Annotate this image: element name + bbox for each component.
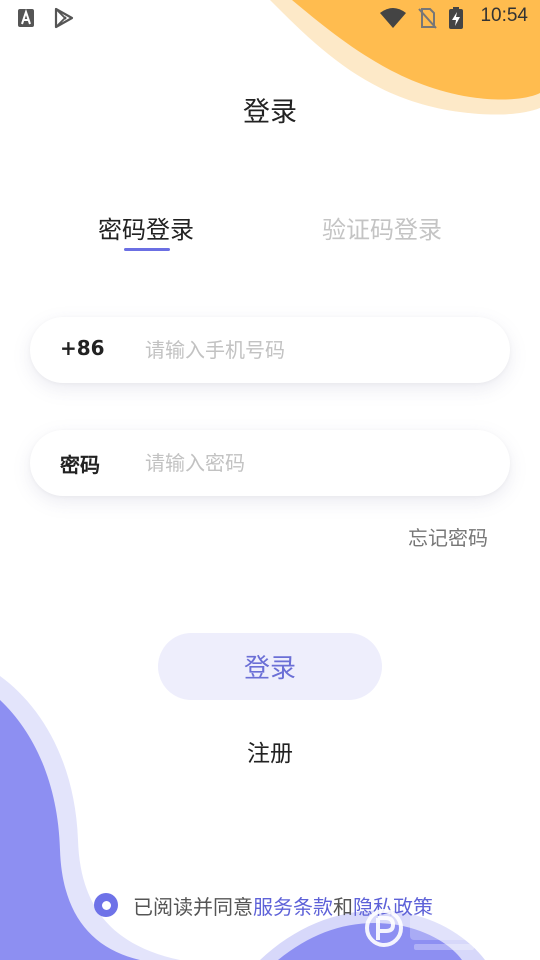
terms-of-service-link[interactable]: 服务条款 xyxy=(253,891,333,920)
no-sim-icon xyxy=(418,8,437,29)
agreement-conjunction: 和 xyxy=(333,894,353,919)
agreement-text: 已阅读并同意 xyxy=(133,894,253,919)
phone-input[interactable] xyxy=(145,332,485,368)
status-time: 10:54 xyxy=(480,5,528,26)
play-store-icon xyxy=(54,7,74,29)
password-field[interactable]: 密码 xyxy=(30,430,510,496)
font-app-icon xyxy=(18,8,34,27)
forgot-password-link[interactable]: 忘记密码 xyxy=(408,522,488,551)
password-label: 密码 xyxy=(60,453,100,477)
watermark-logo xyxy=(365,909,528,950)
phone-field[interactable]: +86 xyxy=(30,317,510,383)
battery-charging-icon xyxy=(449,7,463,29)
agreement-radio[interactable] xyxy=(94,893,118,917)
tab-code-login[interactable]: 验证码登录 xyxy=(318,210,446,245)
page-title: 登录 xyxy=(243,97,297,128)
login-button[interactable]: 登录 xyxy=(158,633,382,700)
active-tab-indicator xyxy=(124,248,170,251)
tab-password-login[interactable]: 密码登录 xyxy=(96,210,196,245)
register-link[interactable]: 注册 xyxy=(0,734,540,768)
country-code-prefix[interactable]: +86 xyxy=(60,336,105,360)
status-bar: 10:54 xyxy=(0,0,540,36)
radio-checked-dot xyxy=(101,900,111,910)
wifi-icon xyxy=(380,8,406,28)
password-input[interactable] xyxy=(145,445,485,481)
